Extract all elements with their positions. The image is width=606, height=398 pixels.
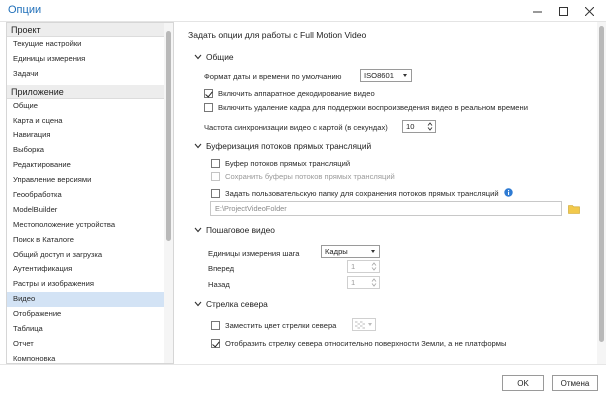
dropdown-caret-icon — [371, 250, 375, 253]
nav-item-layout[interactable]: Компоновка — [7, 352, 173, 363]
chevron-down-icon — [193, 300, 202, 309]
frame-drop-label: Включить удаление кадра для поддержки во… — [218, 103, 528, 112]
page-title: Задать опции для работы с Full Motion Vi… — [188, 30, 367, 40]
nav-item-general[interactable]: Общие — [7, 99, 173, 114]
window-title: Опции — [8, 4, 42, 16]
step-back-value: 1 — [351, 278, 356, 287]
nav-item-authentication[interactable]: Аутентификация — [7, 262, 173, 277]
section-stepping-title: Пошаговое видео — [206, 225, 275, 235]
custom-folder-checkbox[interactable] — [211, 189, 220, 198]
replace-color-label: Заместить цвет стрелки севера — [225, 321, 337, 330]
nav-item-versioning[interactable]: Управление версиями — [7, 173, 173, 188]
section-stepping[interactable]: Пошаговое видео — [193, 225, 275, 235]
nav-item-selection[interactable]: Выборка — [7, 143, 173, 158]
nav-item-tasks[interactable]: Задачи — [7, 67, 173, 82]
nav-item-map-scene[interactable]: Карта и сцена — [7, 114, 173, 129]
content-scrollbar[interactable] — [597, 22, 606, 364]
nav-item-modelbuilder[interactable]: ModelBuilder — [7, 203, 173, 218]
step-unit-label: Единицы измерения шага — [208, 249, 300, 258]
section-buffering[interactable]: Буферизация потоков прямых трансляций — [193, 141, 371, 151]
sync-rate-value: 10 — [406, 122, 415, 131]
cancel-button[interactable]: Отмена — [552, 375, 598, 391]
dialog-footer: OK Отмена — [0, 364, 606, 398]
nav-scroll-thumb[interactable] — [166, 31, 171, 241]
step-back-label: Назад — [208, 280, 230, 289]
nav-item-current-settings[interactable]: Текущие настройки — [7, 37, 173, 52]
buffer-stream-checkbox[interactable] — [211, 159, 220, 168]
folder-icon[interactable] — [568, 204, 580, 216]
nav-item-catalog-search[interactable]: Поиск в Каталоге — [7, 233, 173, 248]
nav-group-project: Проект — [7, 23, 173, 37]
nav-item-table[interactable]: Таблица — [7, 322, 173, 337]
step-forward-value: 1 — [351, 262, 356, 271]
maximize-button[interactable] — [550, 2, 576, 20]
chevron-down-icon — [193, 226, 202, 235]
close-button[interactable] — [576, 2, 602, 20]
sync-rate-spinner[interactable]: 10 — [402, 120, 436, 133]
close-icon — [584, 6, 594, 16]
step-unit-select[interactable]: Кадры — [321, 245, 380, 258]
chevron-down-icon — [193, 53, 202, 62]
spinner-arrows-icon[interactable] — [369, 261, 379, 272]
nav-item-navigation[interactable]: Навигация — [7, 128, 173, 143]
nav-item-editing[interactable]: Редактирование — [7, 158, 173, 173]
section-buffering-title: Буферизация потоков прямых трансляций — [206, 141, 372, 151]
step-forward-spinner[interactable]: 1 — [347, 260, 380, 273]
nav-item-share-download[interactable]: Общий доступ и загрузка — [7, 248, 173, 263]
save-buffer-checkbox[interactable] — [211, 172, 220, 181]
options-content: Задать опции для работы с Full Motion Vi… — [180, 22, 606, 364]
color-swatch-icon — [355, 321, 365, 331]
nav-item-geoprocessing[interactable]: Геообработка — [7, 188, 173, 203]
nav-item-report[interactable]: Отчет — [7, 337, 173, 352]
frame-drop-checkbox[interactable] — [204, 103, 213, 112]
nav-item-video[interactable]: Видео — [7, 292, 173, 308]
minimize-button[interactable] — [524, 2, 550, 20]
nav-item-display[interactable]: Отображение — [7, 307, 173, 322]
minimize-icon — [532, 7, 542, 16]
step-back-spinner[interactable]: 1 — [347, 276, 380, 289]
maximize-icon — [558, 6, 568, 16]
nav-scrollbar[interactable] — [164, 23, 173, 363]
replace-color-checkbox[interactable] — [211, 321, 220, 330]
section-general[interactable]: Общие — [193, 52, 234, 62]
section-north-arrow[interactable]: Стрелка севера — [193, 299, 268, 309]
nav-item-raster-imagery[interactable]: Растры и изображения — [7, 277, 173, 292]
date-format-label: Формат даты и времени по умолчанию — [204, 72, 342, 81]
color-picker[interactable] — [352, 318, 376, 331]
dropdown-caret-icon — [403, 74, 407, 77]
folder-path-input[interactable]: E:\ProjectVideoFolder — [210, 201, 562, 216]
hw-decode-checkbox[interactable] — [204, 89, 213, 98]
dropdown-caret-icon — [368, 323, 372, 326]
spinner-arrows-icon[interactable] — [369, 277, 379, 288]
content-scroll-thumb[interactable] — [599, 26, 604, 342]
step-unit-value: Кадры — [325, 247, 348, 256]
chevron-down-icon — [193, 142, 202, 151]
north-relative-checkbox[interactable] — [211, 339, 220, 348]
section-north-arrow-title: Стрелка севера — [206, 299, 268, 309]
date-format-value: ISO8601 — [364, 71, 394, 80]
info-icon[interactable] — [504, 188, 513, 199]
ok-button[interactable]: OK — [502, 375, 544, 391]
section-general-title: Общие — [206, 52, 234, 62]
nav-item-units[interactable]: Единицы измерения — [7, 52, 173, 67]
north-relative-label: Отобразить стрелку севера относительно п… — [225, 339, 507, 348]
custom-folder-label: Задать пользовательскую папку для сохран… — [225, 189, 499, 198]
spinner-arrows-icon[interactable] — [425, 121, 435, 132]
title-bar: Опции — [0, 0, 606, 22]
date-format-select[interactable]: ISO8601 — [360, 69, 412, 82]
nav-item-device-location[interactable]: Местоположение устройства — [7, 218, 173, 233]
options-nav: Проект Текущие настройки Единицы измерен… — [6, 22, 174, 364]
buffer-stream-label: Буфер потоков прямых трансляций — [225, 159, 351, 168]
nav-group-application: Приложение — [7, 84, 173, 99]
sync-rate-label: Частота синхронизации видео с картой (в … — [204, 123, 388, 132]
save-buffer-label: Сохранить буферы потоков прямых трансляц… — [225, 172, 395, 181]
hw-decode-label: Включить аппаратное декодирование видео — [218, 89, 375, 98]
step-forward-label: Вперед — [208, 264, 235, 273]
